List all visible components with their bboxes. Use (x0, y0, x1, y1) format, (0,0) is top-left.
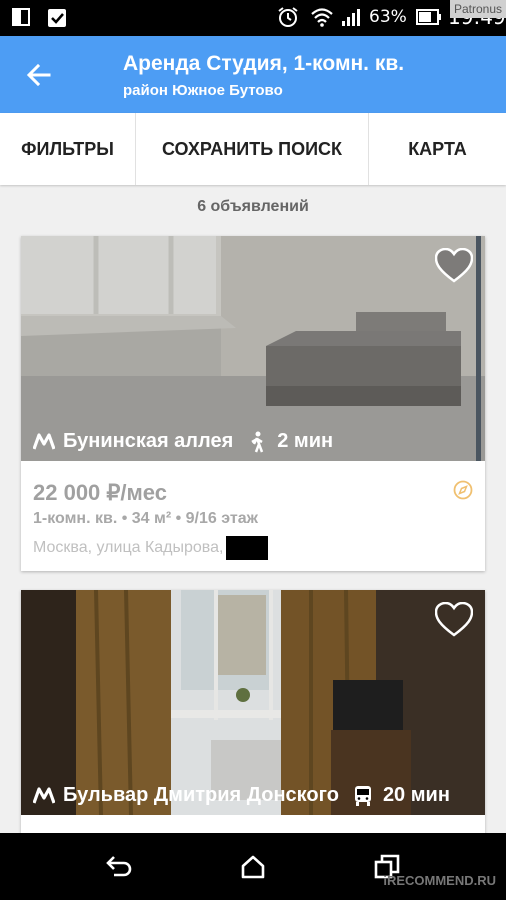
redacted-block (226, 536, 269, 560)
metro-icon (33, 432, 55, 450)
alarm-icon (276, 6, 300, 28)
metro-station: Бунинская аллея (63, 430, 234, 452)
walk-icon (251, 431, 264, 452)
wifi-icon (309, 6, 335, 28)
battery-percent: 63% (369, 7, 407, 27)
listing-card[interactable]: Бульвар Дмитрия Донского 20 мин (21, 590, 485, 840)
metro-info: Бунинская аллея 2 мин (33, 430, 333, 453)
compass-icon (453, 480, 473, 500)
watermark-bottom: iRECOMMEND.RU (383, 873, 496, 888)
watermark-top: Patronus (449, 0, 506, 18)
metro-station: Бульвар Дмитрия Донского (63, 784, 339, 806)
results-count: 6 объявлений (197, 198, 309, 215)
signal-icon (340, 6, 364, 28)
travel-time: 2 мин (277, 430, 334, 452)
listing-price: 22 000 ₽/мес (33, 480, 167, 505)
filters-button[interactable]: ФИЛЬТРЫ (0, 113, 136, 185)
listing-card[interactable]: Бунинская аллея 2 мин 22 000 ₽/мес 1-ком… (21, 236, 485, 571)
app-bar: Аренда Студия, 1-комн. кв. район Южное Б… (0, 36, 506, 113)
favorite-button[interactable] (435, 248, 473, 284)
navigation-bar: iRECOMMEND.RU (0, 833, 506, 900)
screen-mirror-icon (10, 6, 32, 28)
arrow-back-icon (26, 63, 51, 87)
page-subtitle: район Южное Бутово (123, 82, 283, 99)
listing-photo: Бульвар Дмитрия Донского 20 мин (21, 590, 485, 815)
nav-back-button[interactable] (103, 851, 135, 883)
home-nav-icon (241, 855, 265, 879)
page-title: Аренда Студия, 1-комн. кв. (123, 52, 405, 75)
action-row: ФИЛЬТРЫ СОХРАНИТЬ ПОИСК КАРТА (0, 113, 506, 185)
listing-details: 1-комн. кв. • 34 м² • 9/16 этаж (33, 510, 258, 527)
travel-time: 20 мин (382, 784, 450, 806)
back-button[interactable] (22, 58, 56, 92)
listing-address: Москва, улица Кадырова, (33, 536, 269, 560)
map-button[interactable]: КАРТА (369, 113, 506, 185)
save-search-button[interactable]: СОХРАНИТЬ ПОИСК (136, 113, 369, 185)
status-bar: 63% 19:49 (0, 0, 506, 36)
back-nav-icon (106, 856, 132, 877)
heart-outline-icon (435, 602, 473, 637)
listing-photo: Бунинская аллея 2 мин (21, 236, 485, 461)
heart-outline-icon (435, 248, 473, 283)
address-text: Москва, улица Кадырова, (33, 539, 224, 556)
metro-info: Бульвар Дмитрия Донского 20 мин (33, 784, 450, 807)
favorite-button[interactable] (435, 602, 473, 638)
clipboard-check-icon (46, 6, 68, 28)
battery-icon (415, 6, 443, 28)
metro-icon (33, 786, 55, 804)
bus-icon (354, 785, 371, 806)
nav-home-button[interactable] (237, 851, 269, 883)
